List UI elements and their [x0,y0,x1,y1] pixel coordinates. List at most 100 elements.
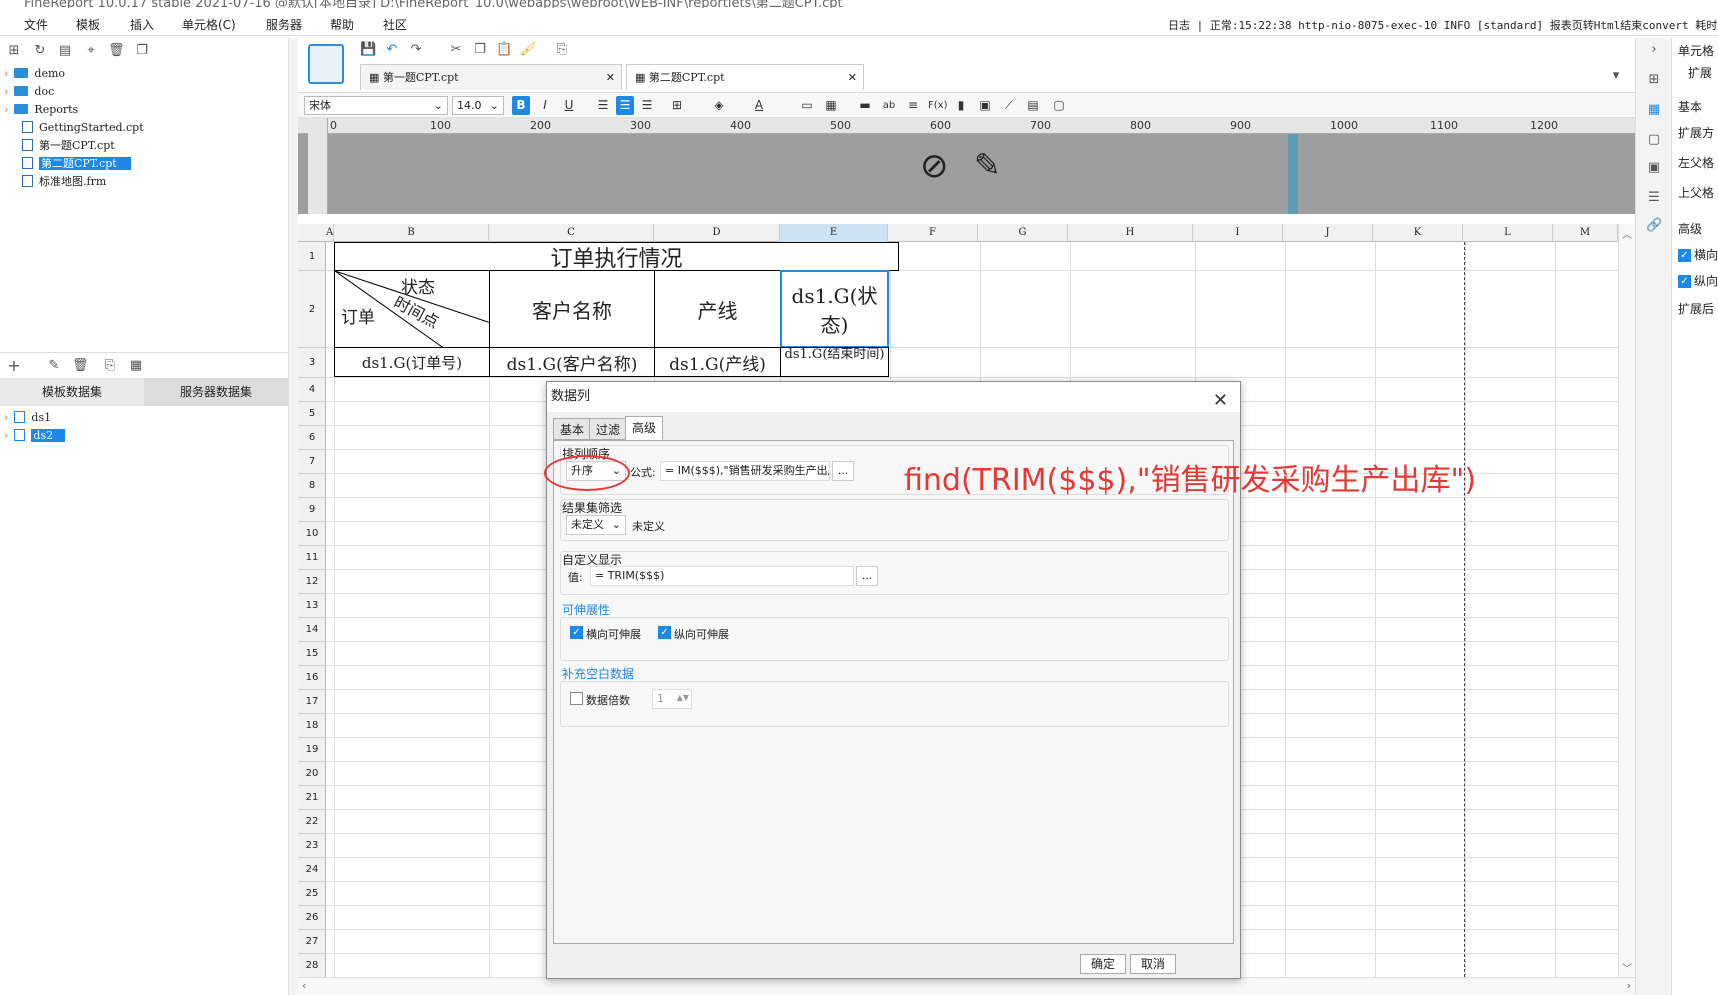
cell-status-header[interactable]: ds1.G(状态) [780,270,889,348]
cell-order-number[interactable]: ds1.G(订单号) [334,347,490,377]
undo-icon[interactable]: ↶ [384,42,400,58]
row-number[interactable]: 19 [298,738,326,762]
open-icon[interactable]: ▤ [57,43,73,59]
filter-select[interactable]: 未定义 ⌄ [566,515,626,535]
tab-basic[interactable]: 基本 [553,418,592,440]
horizontal-expand-checkbox[interactable]: ✓ [570,626,583,639]
row-number[interactable]: 13 [298,594,326,618]
tab-filter[interactable]: 过滤 [589,418,628,440]
column-f[interactable]: F [888,224,978,242]
align-center-button[interactable]: ☰ [616,96,634,115]
column-g[interactable]: G [978,224,1068,242]
column-m[interactable]: M [1553,224,1618,242]
edit-icon[interactable]: ✎ [46,358,62,374]
column-k[interactable]: K [1373,224,1463,242]
cell-line-header[interactable]: 产线 [654,270,781,348]
cell-customer-header[interactable]: 客户名称 [489,270,655,348]
locate-icon[interactable]: ⌖ [83,43,99,59]
row-number[interactable]: 2 [298,271,326,348]
template-icon[interactable] [308,44,344,84]
row-number[interactable]: 15 [298,642,326,666]
bar-icon[interactable]: ▬ [856,96,874,115]
form-icon[interactable]: ▣ [1646,160,1662,176]
copy-icon[interactable]: ❐ [472,42,488,58]
checkbox-vertical[interactable]: ✓ [1678,275,1691,288]
chevron-left-icon[interactable]: ‹ [302,979,306,992]
column-b[interactable]: B [334,224,489,242]
chevron-right-icon[interactable]: › [1646,42,1662,58]
column-d[interactable]: D [654,224,780,242]
italic-button[interactable]: I [536,96,554,115]
tab-q2[interactable]: ▦ 第二题CPT.cpt ✕ [626,64,864,90]
multiple-checkbox[interactable] [570,692,583,705]
dataset-item-ds1[interactable]: › ds1 [4,410,51,426]
menu-insert[interactable]: 插入 [130,16,154,33]
preview-icon[interactable]: ⎘ [554,42,570,58]
row-number[interactable]: 5 [298,402,326,426]
row-number[interactable]: 28 [298,954,326,978]
vertical-scrollbar[interactable]: ︿ ﹀ [1618,224,1635,977]
formula-icon[interactable]: F(x) [928,96,947,115]
link-icon[interactable]: 🔗 [1646,218,1662,234]
column-l[interactable]: L [1463,224,1553,242]
row-number[interactable]: 26 [298,906,326,930]
delete-icon[interactable]: 🗑 [108,43,125,59]
text-icon[interactable]: ab [880,96,898,115]
section-advanced[interactable]: 高级 [1678,220,1702,237]
row-number[interactable]: 16 [298,666,326,690]
cell-diagonal-header[interactable]: 状态 时间点 订单 [334,270,491,349]
tab-server-datasets[interactable]: 服务器数据集 [144,378,288,406]
panel-divider[interactable] [288,38,298,995]
row-number[interactable]: 24 [298,858,326,882]
close-icon[interactable]: ✕ [606,65,615,91]
tree-item-doc[interactable]: › doc [4,84,54,100]
column-j[interactable]: J [1283,224,1373,242]
add-dataset-icon[interactable]: + [6,358,22,374]
tree-item-q1[interactable]: 第一题CPT.cpt [22,138,115,154]
unmerge-button[interactable]: ▦ [822,96,840,115]
tree-item-q2[interactable]: 第二题CPT.cpt [22,156,131,172]
font-size-select[interactable]: 14.0 ⌄ [452,96,504,115]
row-number[interactable]: 23 [298,834,326,858]
tree-item-gettingstarted[interactable]: GettingStarted.cpt [22,120,144,136]
tab-q1[interactable]: ▦ 第一题CPT.cpt ✕ [360,64,622,90]
save-icon[interactable]: 💾 [360,42,376,58]
row-number[interactable]: 18 [298,714,326,738]
merge-button[interactable]: ▭ [798,96,816,115]
delete-icon[interactable]: 🗑 [72,358,89,374]
cell-customer-name[interactable]: ds1.G(客户名称) [489,347,655,377]
chart-icon[interactable]: ▮ [952,96,970,115]
row-number[interactable]: 17 [298,690,326,714]
paste-icon[interactable]: 📋 [496,42,512,58]
row-number[interactable]: 12 [298,570,326,594]
subreport-icon[interactable]: ▤ [1024,96,1042,115]
copy-icon[interactable]: ❐ [134,43,150,59]
params-icon[interactable]: ▦ [128,358,144,374]
column-e[interactable]: E [780,224,888,242]
border-button[interactable]: ⊞ [668,96,686,115]
bold-button[interactable]: B [512,96,530,115]
preview-icon[interactable]: ⎘ [102,358,118,374]
tab-expand[interactable]: 扩展 [1688,64,1712,81]
menu-cell[interactable]: 单元格(C) [182,16,236,33]
multiple-spinner[interactable]: 1 ▲▼ [652,689,692,709]
row-number[interactable]: 11 [298,546,326,570]
refresh-icon[interactable]: ↻ [32,43,48,59]
menu-file[interactable]: 文件 [24,16,48,33]
condition-icon[interactable]: ▢ [1646,132,1662,148]
row-number[interactable]: 22 [298,810,326,834]
tree-item-reports[interactable]: › Reports [4,102,78,118]
row-number[interactable]: 4 [298,378,326,402]
close-icon[interactable]: ✕ [848,65,857,91]
row-number[interactable]: 3 [298,348,326,378]
pencil-icon[interactable]: ✎ [974,146,1001,184]
redo-icon[interactable]: ↷ [408,42,424,58]
row-number[interactable]: 20 [298,762,326,786]
tab-advanced[interactable]: 高级 [625,416,664,440]
row-number[interactable]: 21 [298,786,326,810]
widget-icon[interactable]: ▦ [1646,102,1662,118]
menu-community[interactable]: 社区 [383,16,407,33]
align-right-button[interactable]: ☰ [638,96,656,115]
menu-help[interactable]: 帮助 [330,16,354,33]
align-icon[interactable]: ☰ [1646,190,1662,206]
